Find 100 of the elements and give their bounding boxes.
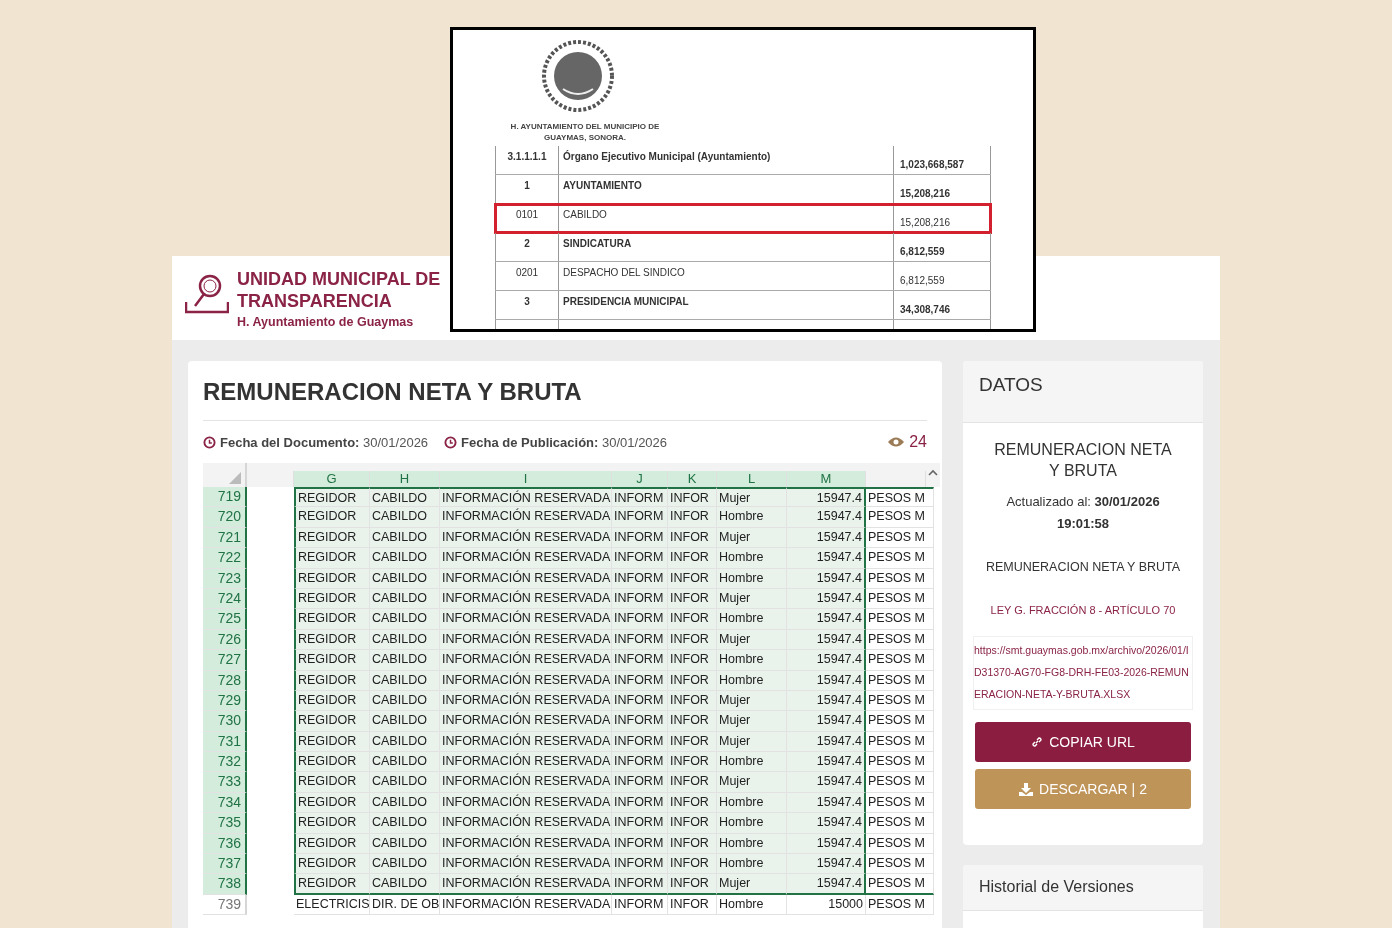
file-url-text: https://smt.guaymas.gob.mx/archivo/2026/01/ID31370-AG70-FG8-DRH-FE03-2026-REMUNERACION-NETA-Y-BRUTA.XLSX <box>973 636 1193 710</box>
table-cell: Mujer <box>717 772 787 793</box>
copy-url-button[interactable]: COPIAR URL <box>975 722 1191 762</box>
table-cell: 0201 <box>515 267 539 278</box>
table-cell: INFORM <box>612 588 668 610</box>
table-cell: INFORMACIÓN RESERVADA <box>440 752 612 773</box>
table-cell: CABILDO <box>370 588 440 610</box>
table-cell: CABILDO <box>370 507 440 528</box>
column-header[interactable]: J <box>612 471 668 487</box>
row-header[interactable]: 735 <box>203 813 247 834</box>
row-header[interactable]: 720 <box>203 507 247 528</box>
column-header[interactable]: G <box>294 471 370 487</box>
table-cell: Hombre <box>717 752 787 773</box>
table-cell: Hombre <box>717 507 787 528</box>
row-header[interactable]: 733 <box>203 772 247 793</box>
table-cell: CABILDO <box>370 711 440 732</box>
table-cell: REGIDOR <box>294 752 370 773</box>
table-cell: Mujer <box>717 874 787 895</box>
table-cell: 15947.4 <box>787 854 866 875</box>
table-cell: INFOR <box>668 854 717 875</box>
row-header[interactable]: 726 <box>203 629 247 651</box>
table-cell: 15947.4 <box>787 548 866 569</box>
table-cell: PESOS M <box>866 690 934 712</box>
table-cell: INFORMACIÓN RESERVADA <box>440 772 612 793</box>
table-cell: REGIDOR <box>294 690 370 712</box>
row-header[interactable]: 739 <box>203 894 247 916</box>
table-cell: 2 <box>524 238 530 249</box>
table-cell: INFOR <box>668 629 717 651</box>
table-cell: INFORM <box>612 629 668 651</box>
download-button[interactable]: DESCARGAR | 2 <box>975 769 1191 809</box>
table-cell: PESOS M <box>866 813 934 834</box>
table-cell: INFOR <box>668 752 717 773</box>
table-cell: INFORM <box>612 568 668 589</box>
table-cell: REGIDOR <box>294 588 370 610</box>
table-cell: 15947.4 <box>787 711 866 732</box>
column-header[interactable]: H <box>370 471 440 487</box>
card-heading: Historial de Versiones <box>979 878 1134 895</box>
table-cell: INFOR <box>668 568 717 589</box>
table-cell: INFOR <box>668 609 717 630</box>
table-cell: INFORM <box>612 487 668 508</box>
coat-of-arms-seal-icon <box>541 39 615 113</box>
table-cell: REGIDOR <box>294 731 370 753</box>
column-header[interactable]: L <box>717 471 787 487</box>
row-header[interactable]: 732 <box>203 752 247 773</box>
row-header[interactable]: 736 <box>203 833 247 855</box>
table-cell: CABILDO <box>370 487 440 508</box>
table-cell: CABILDO <box>370 548 440 569</box>
table-cell: INFORMACIÓN RESERVADA <box>440 487 612 508</box>
table-cell: INFORM <box>612 711 668 732</box>
row-header[interactable]: 731 <box>203 731 247 753</box>
table-cell: 15000 <box>787 894 866 916</box>
table-cell: INFOR <box>668 670 717 691</box>
row-header[interactable]: 734 <box>203 792 247 814</box>
row-header[interactable]: 730 <box>203 711 247 732</box>
table-cell: INFOR <box>668 813 717 834</box>
table-cell: REGIDOR <box>294 507 370 528</box>
table-cell: Mujer <box>717 629 787 651</box>
table-cell: 15947.4 <box>787 752 866 773</box>
table-cell: CABILDO <box>370 772 440 793</box>
row-header[interactable]: 738 <box>203 874 247 895</box>
table-cell: CABILDO <box>370 731 440 753</box>
row-header[interactable]: 737 <box>203 854 247 875</box>
table-cell: INFOR <box>668 690 717 712</box>
table-cell: INFORMACIÓN RESERVADA <box>440 588 612 610</box>
column-header[interactable]: I <box>440 471 612 487</box>
row-header[interactable]: 719 <box>203 487 247 508</box>
eye-icon <box>887 436 906 448</box>
table-cell: ELECTRICIS <box>294 894 370 916</box>
table-cell: 15947.4 <box>787 874 866 895</box>
table-cell: PESOS M <box>866 874 934 895</box>
table-cell: 15947.4 <box>787 690 866 712</box>
table-cell: REGIDOR <box>294 772 370 793</box>
table-cell: Hombre <box>717 548 787 569</box>
table-cell: Hombre <box>717 813 787 834</box>
table-cell: INFOR <box>668 527 717 549</box>
row-header[interactable]: 724 <box>203 588 247 610</box>
row-header[interactable]: 722 <box>203 548 247 569</box>
table-cell: PESOS M <box>866 854 934 875</box>
table-cell: INFORMACIÓN RESERVADA <box>440 731 612 753</box>
row-header[interactable]: 721 <box>203 527 247 549</box>
scroll-up-caret-icon[interactable] <box>928 469 938 476</box>
table-cell: Órgano Ejecutivo Municipal (Ayuntamiento) <box>563 151 771 162</box>
table-cell: REGIDOR <box>294 568 370 589</box>
table-cell: PESOS M <box>866 609 934 630</box>
table-cell: PESOS M <box>866 752 934 773</box>
table-cell: PESOS M <box>866 527 934 549</box>
table-cell: INFOR <box>668 650 717 671</box>
column-header[interactable]: K <box>668 471 717 487</box>
row-header[interactable]: 728 <box>203 670 247 691</box>
row-header[interactable]: 723 <box>203 568 247 589</box>
row-header[interactable]: 729 <box>203 690 247 712</box>
table-cell: REGIDOR <box>294 670 370 691</box>
table-cell: INFORM <box>612 792 668 814</box>
table-cell: Hombre <box>717 650 787 671</box>
table-cell: Mujer <box>717 527 787 549</box>
column-header[interactable]: M <box>787 471 866 487</box>
table-cell: INFOR <box>668 711 717 732</box>
row-header[interactable]: 727 <box>203 650 247 671</box>
row-header[interactable]: 725 <box>203 609 247 630</box>
table-cell: INFORM <box>612 854 668 875</box>
